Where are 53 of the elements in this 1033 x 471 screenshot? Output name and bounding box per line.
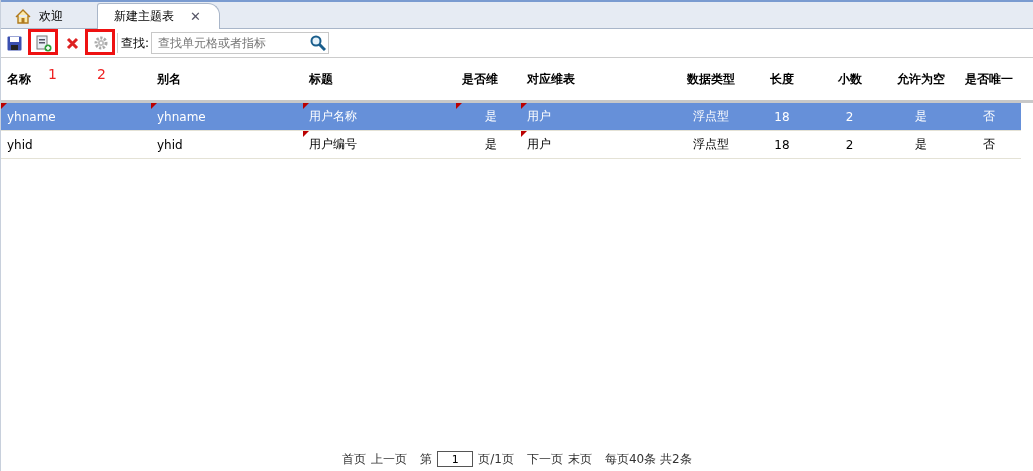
table-cell: 是 <box>915 108 927 125</box>
delete-icon[interactable] <box>66 36 79 50</box>
table-cell: 18 <box>774 109 790 124</box>
annotation-number: 1 <box>48 66 57 82</box>
table-cell: 用户 <box>527 136 551 153</box>
next-page-link[interactable]: 下一页 <box>527 450 563 468</box>
page-summary: 每页40条 共2条 <box>605 450 692 468</box>
table-cell: yhname <box>7 109 56 124</box>
column-header[interactable]: 名称 <box>7 71 31 86</box>
table-cell: 用户编号 <box>309 136 357 153</box>
previous-page-link[interactable]: 上一页 <box>371 450 408 468</box>
table-cell: yhid <box>7 137 33 152</box>
table-cell: 否 <box>982 108 995 125</box>
table-cell: 2 <box>845 137 854 152</box>
page-input[interactable]: 1 <box>437 451 474 467</box>
highlight-box <box>28 29 58 55</box>
column-header[interactable]: 是否维 <box>462 71 498 86</box>
highlight-box <box>85 29 115 55</box>
add-document-icon[interactable] <box>36 34 52 52</box>
table-cell: 否 <box>982 136 995 153</box>
first-page-link[interactable]: 首页 <box>342 450 367 468</box>
tab[interactable]: 新建主题表 ✕ <box>97 3 220 29</box>
last-page-link[interactable]: 末页 <box>568 450 592 468</box>
column-header[interactable]: 小数 <box>837 71 862 86</box>
column-header[interactable]: 对应维表 <box>527 71 575 86</box>
table-cell: yhid <box>157 137 183 152</box>
search-field[interactable]: 查找单元格或者指标 <box>151 32 330 54</box>
page-prefix: 第 <box>420 450 433 468</box>
table-cell: 2 <box>845 109 854 124</box>
save-icon[interactable] <box>7 35 22 51</box>
column-header[interactable]: 长度 <box>770 71 794 86</box>
close-icon[interactable]: ✕ <box>190 9 201 24</box>
table-cell: 用户 <box>527 108 551 125</box>
table-cell: 浮点型 <box>693 136 729 153</box>
search-icon[interactable] <box>310 35 327 51</box>
page-count: 页/1页 <box>478 450 514 468</box>
column-header[interactable]: 数据类型 <box>687 71 735 86</box>
annotation-number: 2 <box>97 66 106 82</box>
table-row[interactable]: yhid yhid 用户编号 是 用户 浮点型 18 2 是 否 <box>1 131 1021 159</box>
table-cell: 是 <box>485 108 497 125</box>
table-cell: yhname <box>157 109 206 124</box>
tab[interactable]: 欢迎 <box>9 4 77 28</box>
table-cell: 浮点型 <box>693 108 729 125</box>
search-label: 查找: <box>121 34 150 52</box>
table-cell: 18 <box>774 137 790 152</box>
home-icon <box>15 8 31 24</box>
column-header[interactable]: 允许为空 <box>897 71 945 86</box>
table-cell: 是 <box>915 136 927 153</box>
table-cell: 用户名称 <box>309 108 357 125</box>
table-cell: 是 <box>485 136 497 153</box>
column-header[interactable]: 是否唯一 <box>964 71 1013 86</box>
column-header[interactable]: 标题 <box>309 71 333 86</box>
column-header[interactable]: 别名 <box>157 71 181 86</box>
